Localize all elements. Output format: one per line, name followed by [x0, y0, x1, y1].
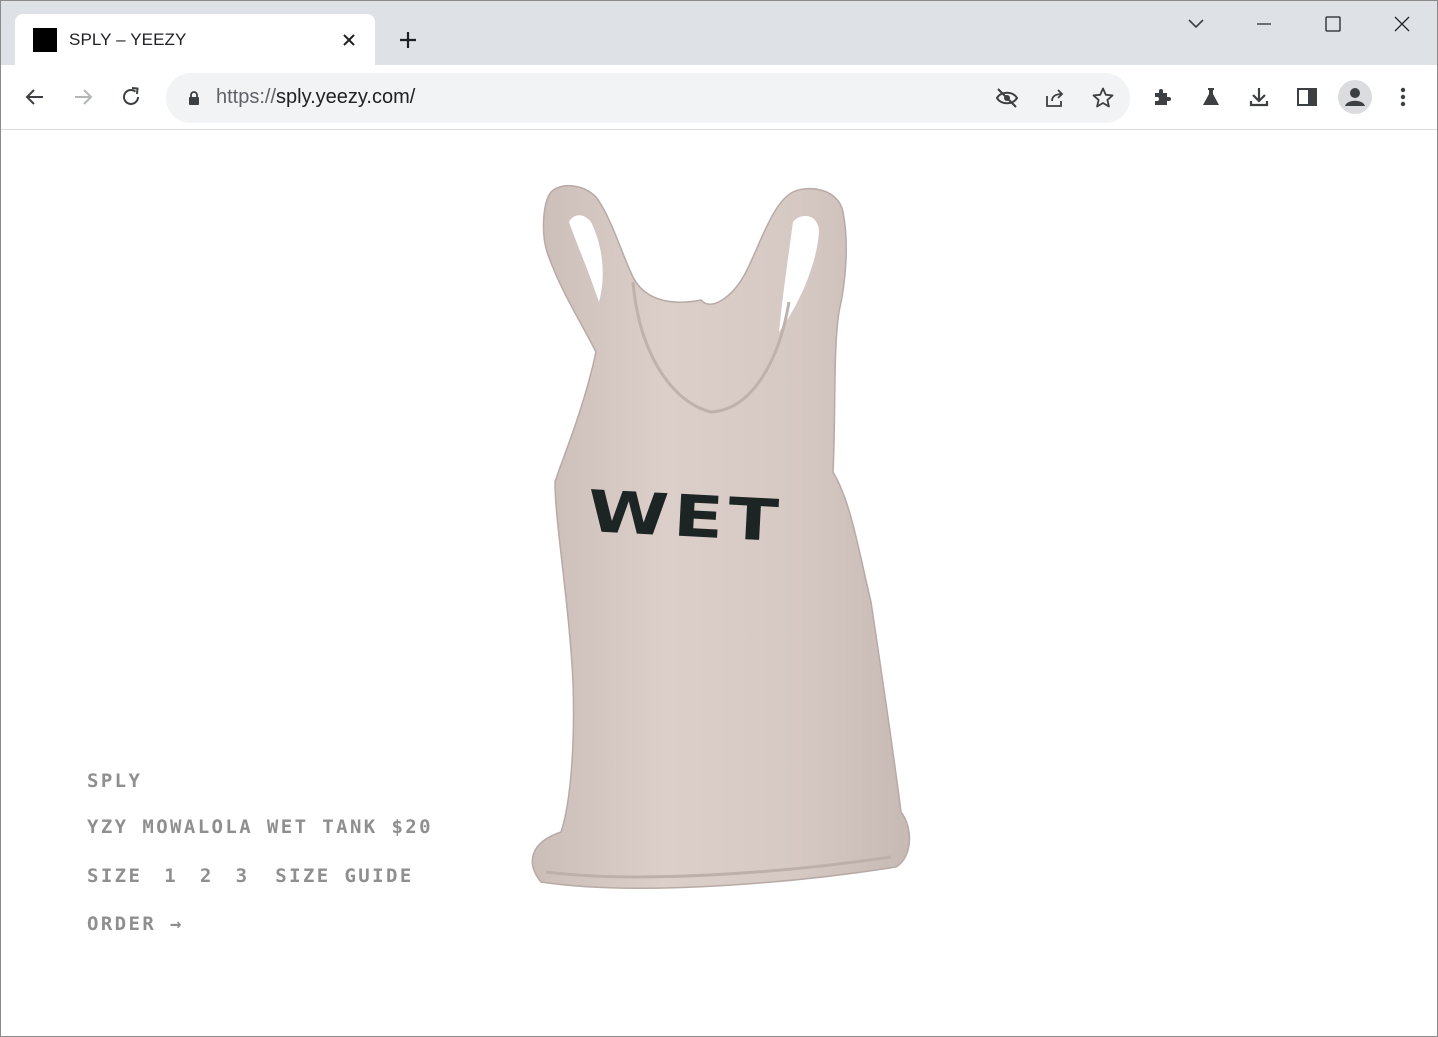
size-option-3[interactable]: 3 — [236, 865, 250, 887]
star-icon[interactable] — [1087, 82, 1119, 114]
size-selector: SIZE 1 2 3 SIZE GUIDE — [87, 865, 414, 887]
tab-title: SPLY – YEEZY — [69, 30, 187, 49]
tab-search-icon[interactable] — [1176, 9, 1216, 39]
url-text[interactable]: https://sply.yeezy.com/ — [216, 86, 415, 109]
reload-icon[interactable] — [111, 77, 151, 117]
labs-icon[interactable] — [1191, 77, 1231, 117]
maximize-icon[interactable] — [1313, 9, 1353, 39]
eye-off-icon[interactable] — [991, 82, 1023, 114]
menu-icon[interactable] — [1383, 77, 1423, 117]
browser-toolbar: https://sply.yeezy.com/ — [1, 65, 1437, 129]
wet-print: WET — [586, 478, 785, 555]
size-guide-link[interactable]: SIZE GUIDE — [275, 865, 413, 887]
address-bar[interactable]: https://sply.yeezy.com/ — [166, 73, 1130, 123]
favicon-icon — [33, 28, 57, 52]
size-option-2[interactable]: 2 — [200, 865, 214, 887]
extensions-icon[interactable] — [1143, 77, 1183, 117]
download-icon[interactable] — [1239, 77, 1279, 117]
plus-icon — [400, 32, 416, 48]
forward-icon[interactable] — [63, 77, 103, 117]
tab-close-icon[interactable] — [337, 28, 361, 52]
close-window-icon[interactable] — [1382, 9, 1422, 39]
lock-icon[interactable] — [184, 88, 204, 108]
size-option-1[interactable]: 1 — [164, 865, 178, 887]
minimize-icon[interactable] — [1244, 9, 1284, 39]
tab-strip: SPLY – YEEZY — [1, 1, 1437, 65]
url-scheme: https:// — [216, 86, 277, 108]
order-button[interactable]: ORDER → — [87, 913, 184, 935]
browser-window: SPLY – YEEZY https://sply.yeezy.com/ WET… — [0, 0, 1438, 1037]
size-label: SIZE — [87, 865, 143, 887]
page-content: WET SPLY YZY MOWALOLA WET TANK $20 SIZE … — [1, 130, 1437, 1036]
share-icon[interactable] — [1039, 82, 1071, 114]
back-icon[interactable] — [15, 77, 55, 117]
brand-label: SPLY — [87, 770, 143, 792]
profile-icon[interactable] — [1335, 77, 1375, 117]
product-image[interactable]: WET — [521, 182, 921, 902]
new-tab-button[interactable] — [394, 26, 422, 54]
product-title: YZY MOWALOLA WET TANK $20 — [87, 816, 433, 838]
browser-tab[interactable]: SPLY – YEEZY — [15, 14, 375, 65]
wet-print-text: WET — [586, 478, 785, 555]
url-domain: sply.yeezy.com/ — [276, 86, 416, 108]
side-panel-icon[interactable] — [1287, 77, 1327, 117]
